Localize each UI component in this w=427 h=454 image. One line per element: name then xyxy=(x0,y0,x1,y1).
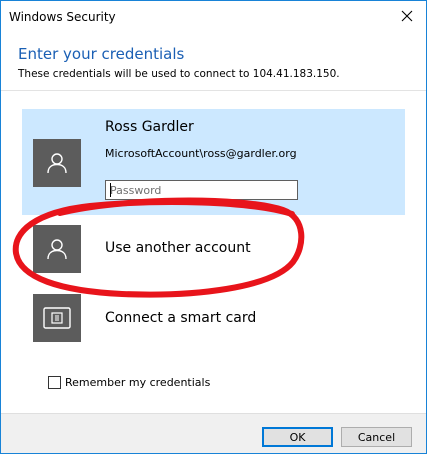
avatar xyxy=(33,225,81,273)
remember-credentials[interactable]: Remember my credentials xyxy=(48,375,210,389)
text-caret xyxy=(110,183,111,197)
connect-smart-card-option[interactable]: Connect a smart card xyxy=(22,289,405,349)
option-label: Connect a smart card xyxy=(105,310,257,326)
use-another-account-option[interactable]: Use another account xyxy=(22,219,405,279)
cancel-button[interactable]: Cancel xyxy=(341,427,412,447)
password-input[interactable] xyxy=(105,180,298,200)
windows-security-dialog: Windows Security Enter your credentials … xyxy=(0,0,427,454)
account-identifier: MicrosoftAccount\ross@gardler.org xyxy=(105,147,297,160)
close-button[interactable] xyxy=(394,4,420,28)
header-divider xyxy=(1,90,426,91)
ok-button[interactable]: OK xyxy=(262,427,333,447)
account-name: Ross Gardler xyxy=(105,119,194,135)
title-bar: Windows Security xyxy=(1,1,426,31)
close-icon xyxy=(401,10,413,22)
user-icon xyxy=(47,239,67,260)
dialog-heading: Enter your credentials xyxy=(18,45,185,63)
smart-card-icon xyxy=(43,307,71,329)
remember-label: Remember my credentials xyxy=(65,375,211,389)
avatar xyxy=(33,139,81,187)
dialog-footer: OK Cancel xyxy=(1,413,426,453)
dialog-description: These credentials will be used to connec… xyxy=(18,68,340,80)
window-title: Windows Security xyxy=(9,10,116,24)
remember-checkbox[interactable] xyxy=(48,375,61,389)
option-label: Use another account xyxy=(105,240,251,256)
smart-card-tile xyxy=(33,294,81,342)
user-icon xyxy=(47,153,67,174)
selected-account-tile[interactable]: Ross Gardler MicrosoftAccount\ross@gardl… xyxy=(22,109,405,215)
